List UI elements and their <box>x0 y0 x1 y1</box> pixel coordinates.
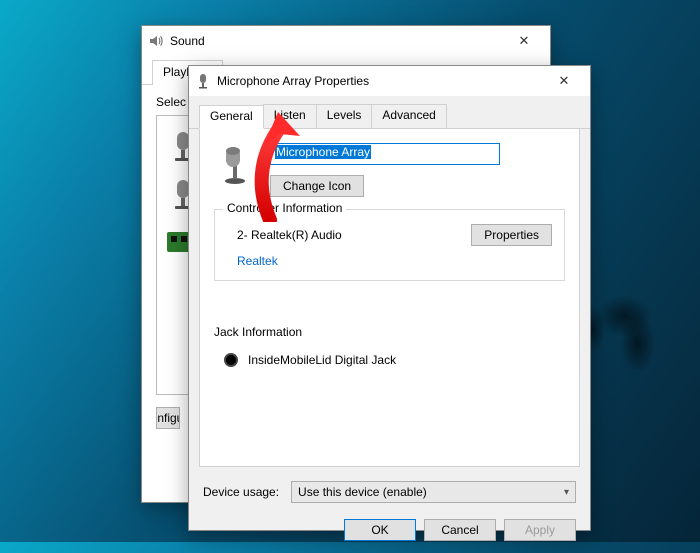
sound-titlebar[interactable]: Sound ✕ <box>142 26 550 56</box>
device-usage-select[interactable]: Use this device (enable) ▾ <box>291 481 576 503</box>
jack-name: InsideMobileLid Digital Jack <box>248 353 396 367</box>
jack-color-icon <box>224 353 238 367</box>
controller-vendor-link[interactable]: Realtek <box>237 254 552 268</box>
dialog-buttons: OK Cancel Apply <box>189 509 590 553</box>
device-usage-value: Use this device (enable) <box>298 485 427 499</box>
change-icon-button[interactable]: Change Icon <box>270 175 364 197</box>
general-panel: Microphone Array Change Icon Controller … <box>199 129 580 467</box>
controller-name: 2- Realtek(R) Audio <box>237 228 342 242</box>
controller-properties-button[interactable]: Properties <box>471 224 552 246</box>
sound-title: Sound <box>170 34 504 48</box>
prop-title: Microphone Array Properties <box>217 74 544 88</box>
close-icon[interactable]: ✕ <box>504 33 544 49</box>
device-large-icon <box>214 143 256 185</box>
sound-instruction: Select a recording device below to modif… <box>156 95 186 109</box>
speaker-icon <box>148 33 164 49</box>
chevron-down-icon: ▾ <box>564 487 569 498</box>
tab-levels[interactable]: Levels <box>316 104 373 128</box>
prop-tabs: General Listen Levels Advanced <box>189 96 590 129</box>
apply-button: Apply <box>504 519 576 541</box>
controller-info-group: Controller Information 2- Realtek(R) Aud… <box>214 209 565 281</box>
configure-button[interactable]: Configure <box>156 407 180 429</box>
close-icon[interactable]: ✕ <box>544 73 584 89</box>
device-name-input[interactable]: Microphone Array <box>270 143 500 165</box>
jack-legend: Jack Information <box>214 325 565 339</box>
tab-listen[interactable]: Listen <box>263 104 317 128</box>
microphone-icon <box>195 73 211 89</box>
controller-legend: Controller Information <box>223 201 346 215</box>
ok-button[interactable]: OK <box>344 519 416 541</box>
device-usage-row: Device usage: Use this device (enable) ▾ <box>189 475 590 509</box>
device-usage-label: Device usage: <box>203 485 279 499</box>
cancel-button[interactable]: Cancel <box>424 519 496 541</box>
prop-titlebar[interactable]: Microphone Array Properties ✕ <box>189 66 590 96</box>
tab-general[interactable]: General <box>199 105 264 129</box>
tab-advanced[interactable]: Advanced <box>371 104 446 128</box>
properties-window: Microphone Array Properties ✕ General Li… <box>188 65 591 531</box>
